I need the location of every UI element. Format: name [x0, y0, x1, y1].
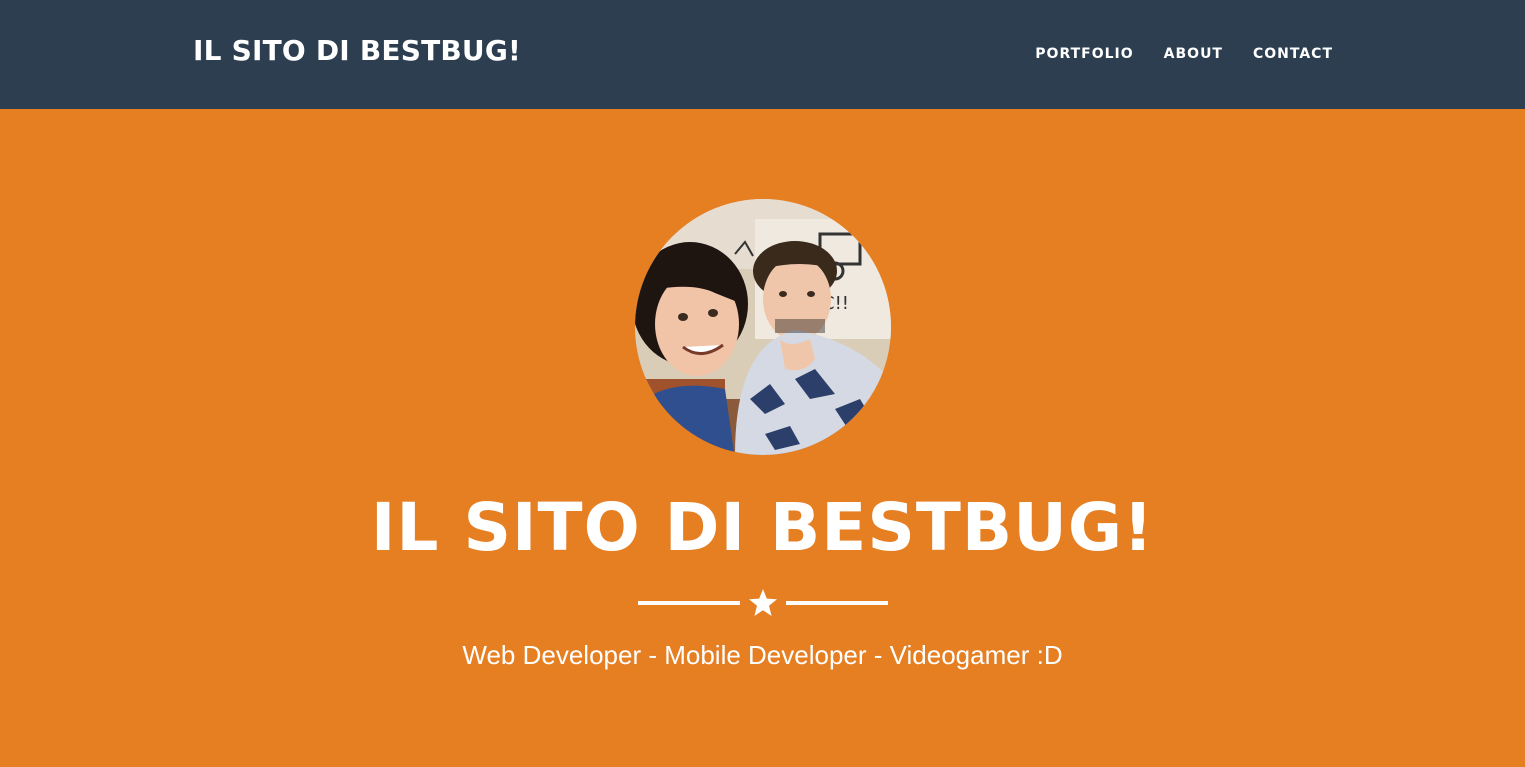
skills-subtitle: Web Developer - Mobile Developer - Video… [462, 640, 1063, 670]
star-divider [638, 587, 888, 617]
navbar: IL SITO DI BESTBUG! PORTFOLIO ABOUT CONT… [0, 0, 1525, 109]
star-icon [749, 589, 777, 616]
hero-header: AC!! IL [0, 109, 1525, 767]
nav-link-portfolio[interactable]: PORTFOLIO [1035, 46, 1133, 62]
brand-link[interactable]: IL SITO DI BESTBUG! [193, 34, 521, 67]
nav-menu: PORTFOLIO ABOUT CONTACT [1035, 46, 1333, 62]
divider-line-right [786, 601, 888, 605]
nav-link-contact[interactable]: CONTACT [1253, 46, 1333, 62]
nav-link-about[interactable]: ABOUT [1164, 46, 1223, 62]
divider-line-left [638, 601, 740, 605]
profile-photo: AC!! [635, 199, 891, 455]
hero-title: IL SITO DI BESTBUG! [370, 489, 1155, 566]
profile-avatar: AC!! [635, 199, 891, 455]
